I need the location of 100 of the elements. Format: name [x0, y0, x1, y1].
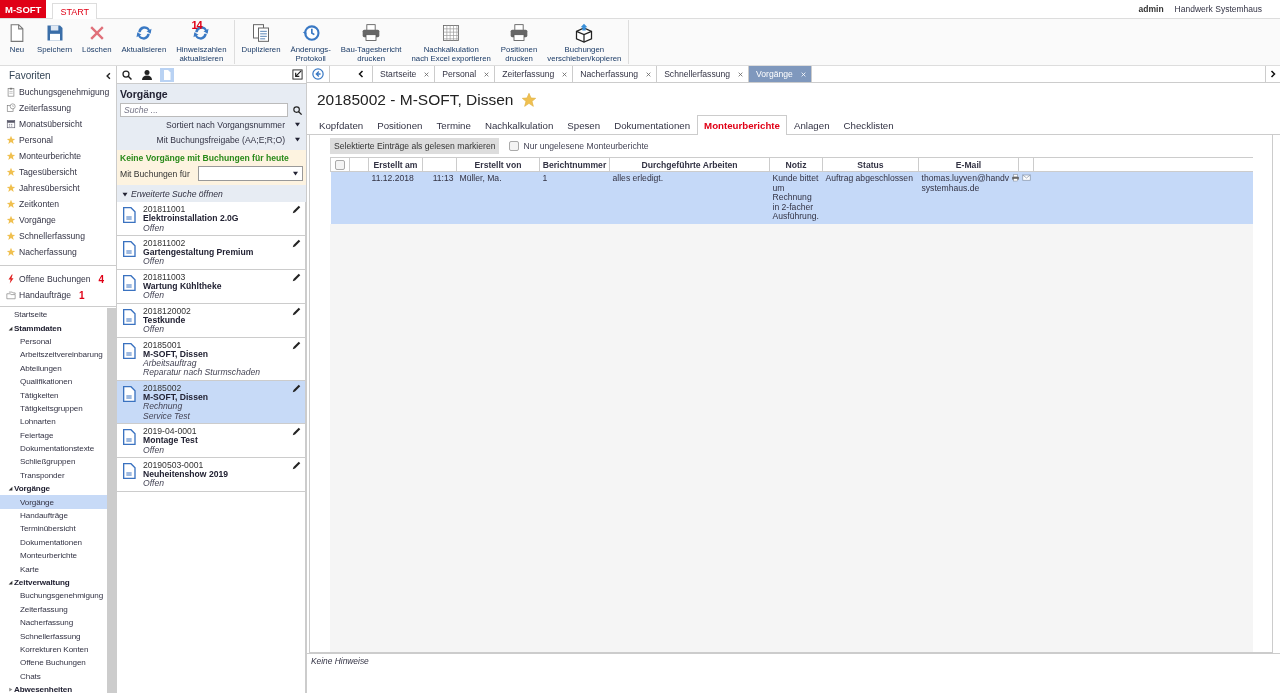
- pencil-icon[interactable]: [292, 306, 301, 316]
- favorite-item[interactable]: Personal: [19, 135, 53, 145]
- tree-item[interactable]: Transponder: [0, 468, 107, 483]
- printer-icon[interactable]: [1011, 174, 1021, 182]
- close-icon[interactable]: [646, 71, 652, 77]
- tree-item[interactable]: Vorgänge: [0, 495, 107, 509]
- tree-item[interactable]: Qualifikationen: [0, 374, 107, 389]
- pencil-icon[interactable]: [292, 205, 301, 214]
- section-tab[interactable]: Checklisten: [836, 115, 901, 135]
- collapsed-icon[interactable]: [7, 687, 13, 693]
- document-tab[interactable]: Zeiterfassung: [495, 66, 574, 82]
- tree-item[interactable]: Zeitverwaltung: [0, 575, 107, 590]
- section-tab[interactable]: Dokumentationen: [607, 115, 698, 135]
- tree-item[interactable]: Dokumentationen: [0, 535, 107, 550]
- list-item[interactable]: 201811002 Gartengestaltung Premium Offen: [117, 235, 306, 270]
- tree-item[interactable]: Zeiterfassung: [0, 602, 107, 616]
- checkbox[interactable]: [509, 141, 520, 151]
- list-item[interactable]: 2019-04-0001 Montage Test Offen: [117, 423, 306, 458]
- section-tab[interactable]: Nachkalkulation: [477, 115, 561, 135]
- pencil-icon[interactable]: [292, 238, 301, 248]
- pencil-icon[interactable]: [292, 272, 301, 282]
- user-name[interactable]: admin: [1138, 4, 1164, 14]
- favorite-item[interactable]: Nacherfassung: [19, 247, 77, 257]
- tree-item[interactable]: Vorgänge: [0, 482, 107, 496]
- favorite-item[interactable]: Tagesübersicht: [19, 167, 77, 177]
- back-icon[interactable]: [312, 68, 324, 80]
- favorite-item[interactable]: Jahresübersicht: [19, 183, 80, 193]
- tree-item[interactable]: Startseite: [0, 308, 107, 322]
- column-header[interactable]: Erstellt am: [368, 157, 423, 172]
- tree-item[interactable]: Abteilungen: [0, 361, 107, 375]
- star-icon[interactable]: [521, 92, 538, 108]
- expanded-icon[interactable]: [7, 580, 13, 585]
- tree-item[interactable]: Nacherfassung: [0, 616, 107, 630]
- close-icon[interactable]: [562, 71, 568, 77]
- search-icon[interactable]: [292, 104, 303, 116]
- section-tab[interactable]: Anlagen: [787, 115, 837, 135]
- document-tab[interactable]: Personal: [435, 66, 496, 82]
- close-icon[interactable]: [424, 71, 430, 77]
- advanced-search-link[interactable]: Erweiterte Suche öffnen: [131, 189, 223, 199]
- ribbon-tab[interactable]: START: [52, 3, 98, 19]
- filter-dropdown[interactable]: Mit Buchungsfreigabe (AA;E;R;O): [156, 134, 285, 145]
- checkbox-label[interactable]: Nur ungelesene Monteurberichte: [523, 141, 649, 151]
- expanded-icon[interactable]: [7, 486, 13, 492]
- tree-item[interactable]: Buchungsgenehmigung: [0, 589, 107, 603]
- tree-item[interactable]: Karte: [0, 562, 107, 576]
- pencil-icon[interactable]: [292, 460, 301, 470]
- tree-item[interactable]: Terminübersicht: [0, 522, 107, 536]
- tree-item[interactable]: Stammdaten: [0, 321, 107, 335]
- sort-dropdown[interactable]: Sortiert nach Vorgangsnummer: [166, 119, 285, 130]
- tree-item[interactable]: Schließgruppen: [0, 455, 107, 469]
- tree-item[interactable]: Feiertage: [0, 428, 107, 442]
- nav-link[interactable]: Handaufträge: [19, 290, 72, 300]
- favorite-item[interactable]: Monteurberichte: [19, 151, 82, 161]
- list-item[interactable]: 201811001 Elektroinstallation 2.0G Offen: [117, 202, 306, 236]
- favorite-item[interactable]: Zeiterfassung: [19, 103, 72, 113]
- section-tab[interactable]: Kopfdaten: [312, 115, 371, 135]
- tree-item[interactable]: Chats: [0, 669, 107, 683]
- tree-item[interactable]: Dokumentationstexte: [0, 441, 107, 456]
- expanded-icon[interactable]: [7, 325, 13, 331]
- tree-item[interactable]: Lohnarten: [0, 415, 107, 429]
- mark-read-button[interactable]: Selektierte Einträge als gelesen markieren: [330, 138, 500, 154]
- column-header[interactable]: E-Mail: [918, 157, 1019, 172]
- favorite-item[interactable]: Monatsübersicht: [19, 119, 83, 129]
- column-header[interactable]: Berichtnummer: [539, 157, 610, 172]
- tree-item[interactable]: Tätigkeiten: [0, 388, 107, 402]
- favorite-item[interactable]: Buchungsgenehmigung: [19, 87, 110, 97]
- close-icon[interactable]: [738, 71, 744, 77]
- list-item[interactable]: 20185001 M-SOFT, Dissen Arbeitsauftrag Reparatur nach Sturmschaden: [117, 337, 306, 381]
- tree-item[interactable]: Personal: [0, 334, 107, 349]
- favorite-item[interactable]: Zeitkonten: [19, 199, 60, 209]
- select-all-checkbox[interactable]: [335, 159, 345, 170]
- section-tab[interactable]: Monteurberichte: [697, 115, 787, 135]
- search-icon[interactable]: [121, 68, 133, 81]
- tree-item[interactable]: Korrekturen Konten: [0, 642, 107, 657]
- section-tab[interactable]: Termine: [429, 115, 478, 135]
- collapse-icon[interactable]: [105, 71, 112, 80]
- pencil-icon[interactable]: [292, 426, 301, 436]
- scrollbar[interactable]: [107, 308, 116, 693]
- document-tab[interactable]: Startseite: [373, 66, 436, 82]
- tree-item[interactable]: Schnellerfassung: [0, 629, 107, 643]
- section-tab[interactable]: Spesen: [560, 115, 608, 135]
- date-dropdown[interactable]: [197, 166, 303, 181]
- tree-item[interactable]: Tätigkeitsgruppen: [0, 401, 107, 416]
- tree-item[interactable]: Arbeitszeitvereinbarung: [0, 348, 107, 362]
- search-field[interactable]: Suche ...: [120, 103, 288, 117]
- list-item[interactable]: 20190503-0001 Neuheitenshow 2019 Offen: [117, 457, 306, 492]
- close-icon[interactable]: [484, 71, 490, 77]
- list-item[interactable]: 20185002 M-SOFT, Dissen Rechnung Service Test: [117, 380, 306, 424]
- document-tab[interactable]: Nacherfassung: [573, 66, 658, 82]
- tree-item[interactable]: Offene Buchungen: [0, 656, 107, 670]
- restore-icon[interactable]: [292, 69, 303, 80]
- favorite-item[interactable]: Schnellerfassung: [19, 231, 85, 241]
- nav-link[interactable]: Offene Buchungen: [19, 274, 91, 284]
- tree-item[interactable]: Monteurberichte: [0, 549, 107, 563]
- section-tab[interactable]: Positionen: [370, 115, 430, 135]
- list-item[interactable]: 2018120002 Testkunde Offen: [117, 303, 306, 338]
- pencil-icon[interactable]: [292, 383, 301, 393]
- favorite-item[interactable]: Vorgänge: [19, 215, 56, 225]
- column-header[interactable]: Notiz: [769, 157, 823, 172]
- pencil-icon[interactable]: [292, 340, 301, 350]
